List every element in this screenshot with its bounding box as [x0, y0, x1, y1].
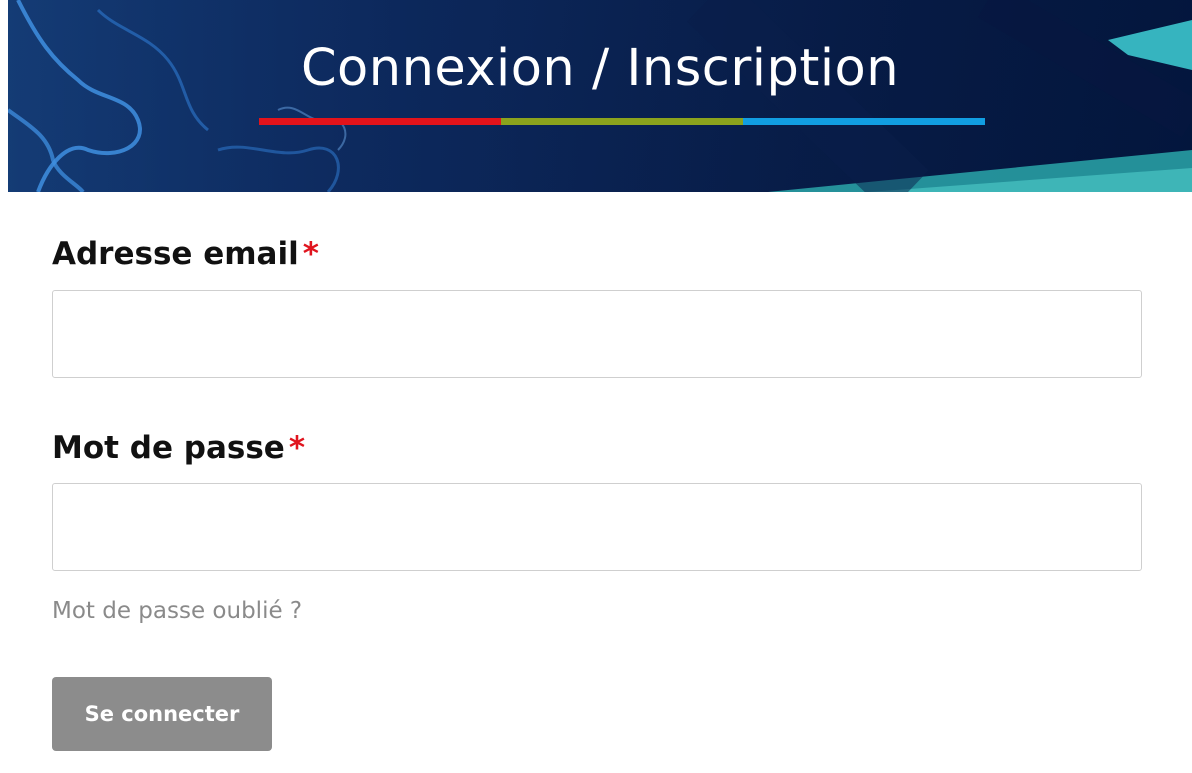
forgot-password-link[interactable]: Mot de passe oublié ? [52, 596, 302, 626]
email-label: Adresse email * [52, 234, 319, 274]
login-button[interactable]: Se connecter [52, 677, 272, 751]
password-label-text: Mot de passe [52, 430, 285, 466]
underline-red-segment [259, 118, 501, 125]
password-label: Mot de passe * [52, 428, 305, 468]
page-title: Connexion / Inscription [300, 39, 900, 98]
login-page: Connexion / Inscription Adresse email * M… [0, 0, 1192, 773]
tricolor-underline [259, 118, 985, 125]
email-required-star: * [302, 236, 319, 272]
email-label-text: Adresse email [52, 236, 299, 272]
underline-blue-segment [743, 118, 985, 125]
password-input[interactable] [52, 483, 1142, 571]
underline-green-segment [501, 118, 743, 125]
header-banner: Connexion / Inscription [8, 0, 1192, 192]
password-required-star: * [288, 430, 306, 466]
email-input[interactable] [52, 290, 1142, 378]
